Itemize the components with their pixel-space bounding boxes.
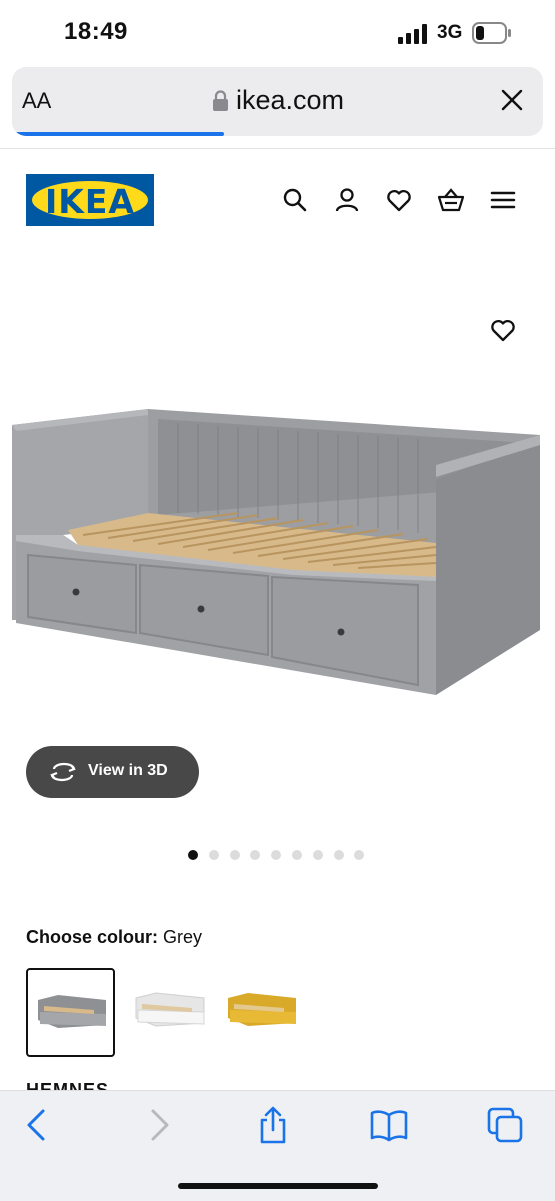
- colour-value: Grey: [163, 927, 203, 947]
- bookmarks-icon[interactable]: [369, 1105, 409, 1145]
- lock-icon: [213, 90, 228, 111]
- carousel-dot[interactable]: [291, 850, 302, 860]
- ikea-logo[interactable]: IKEA: [26, 174, 154, 226]
- carousel-dot[interactable]: [208, 850, 219, 860]
- carousel-dot[interactable]: [354, 850, 365, 860]
- status-bar: 18:49 3G: [0, 0, 555, 64]
- signal-icon: [398, 24, 427, 44]
- menu-icon[interactable]: [489, 186, 517, 214]
- yellow-daybed-thumbnail: [228, 993, 296, 1026]
- browser-toolbar: [0, 1090, 555, 1201]
- network-type: 3G: [437, 22, 463, 43]
- carousel-dot[interactable]: [229, 850, 240, 860]
- swatch-white[interactable]: [128, 968, 217, 1057]
- rotate-3d-icon: [50, 762, 76, 782]
- battery-icon: [472, 22, 511, 44]
- add-to-wishlist-icon[interactable]: [489, 316, 517, 344]
- white-daybed-thumbnail: [135, 992, 205, 1027]
- colour-selector-label: Choose colour: Grey: [26, 927, 202, 948]
- grey-daybed-thumbnail: [38, 995, 106, 1028]
- swatch-grey[interactable]: [26, 968, 115, 1057]
- text-size-button[interactable]: AA: [22, 88, 51, 114]
- image-carousel-dots[interactable]: [188, 847, 375, 860]
- text-size-label: AA: [22, 88, 52, 113]
- view-in-3d-button[interactable]: View in 3D: [26, 746, 199, 798]
- divider: [0, 148, 555, 149]
- carousel-dot[interactable]: [312, 850, 323, 860]
- carousel-dot[interactable]: [333, 850, 344, 860]
- account-icon[interactable]: [333, 186, 361, 214]
- status-time: 18:49: [64, 18, 128, 45]
- close-icon[interactable]: [500, 88, 524, 112]
- tabs-icon[interactable]: [485, 1105, 525, 1145]
- logo-text: IKEA: [45, 182, 135, 221]
- page-load-progress: [12, 132, 225, 136]
- carousel-dot[interactable]: [250, 850, 261, 860]
- address-bar[interactable]: AA ikea.com: [12, 67, 543, 136]
- home-indicator: [178, 1183, 378, 1189]
- search-icon[interactable]: [281, 186, 309, 214]
- share-icon[interactable]: [253, 1105, 293, 1145]
- swatch-yellow[interactable]: [220, 968, 309, 1057]
- colour-label: Choose colour:: [26, 927, 159, 947]
- basket-icon[interactable]: [437, 186, 465, 214]
- heart-icon[interactable]: [385, 186, 413, 214]
- carousel-dot[interactable]: [271, 850, 282, 860]
- back-icon[interactable]: [18, 1105, 58, 1145]
- url-domain[interactable]: ikea.com: [236, 85, 344, 116]
- product-image[interactable]: [8, 395, 548, 715]
- carousel-dot[interactable]: [188, 850, 198, 860]
- forward-icon[interactable]: [138, 1105, 178, 1145]
- view-in-3d-label: View in 3D: [88, 762, 168, 779]
